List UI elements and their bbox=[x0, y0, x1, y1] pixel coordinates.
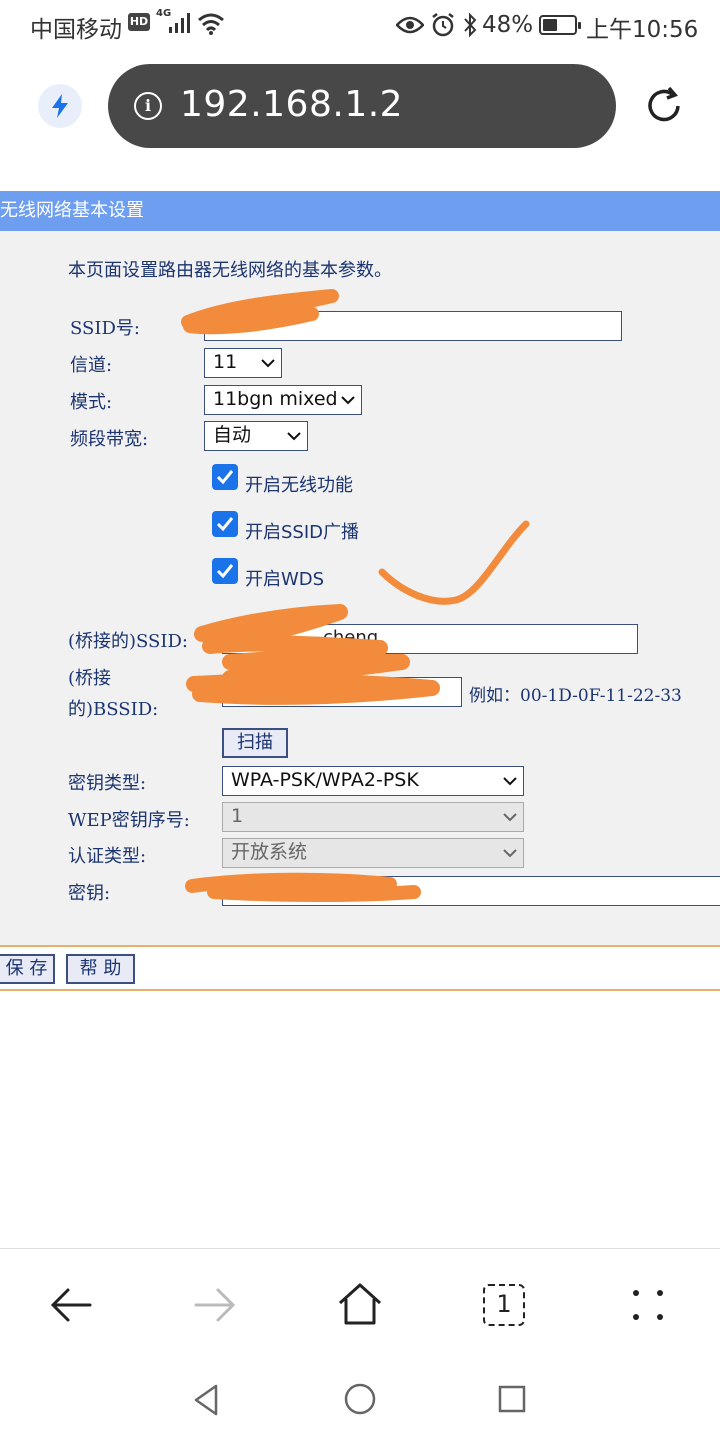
scan-button[interactable]: 扫描 bbox=[222, 728, 288, 758]
reload-icon[interactable] bbox=[642, 84, 686, 128]
key-label: 密钥: bbox=[68, 883, 111, 904]
chevron-down-icon bbox=[261, 359, 275, 368]
channel-value: 11 bbox=[213, 351, 238, 373]
key-type-label: 密钥类型: bbox=[68, 773, 147, 794]
key-type-select[interactable]: WPA-PSK/WPA2-PSK bbox=[222, 766, 524, 796]
home-icon[interactable] bbox=[336, 1281, 384, 1327]
channel-select[interactable]: 11 bbox=[204, 348, 282, 378]
bridge-ssid-input[interactable]: cheng bbox=[222, 624, 638, 654]
chevron-down-icon bbox=[341, 396, 355, 405]
recents-square-icon[interactable] bbox=[497, 1384, 527, 1414]
divider-bottom bbox=[0, 989, 720, 991]
auth-type-value: 开放系统 bbox=[231, 841, 308, 863]
lightning-icon bbox=[52, 94, 68, 118]
check-icon bbox=[216, 564, 234, 579]
check-icon bbox=[216, 470, 234, 485]
enable-wireless-label: 开启无线功能 bbox=[245, 475, 353, 496]
bridge-ssid-label: (桥接的)SSID: bbox=[68, 631, 188, 652]
battery-icon bbox=[539, 15, 582, 35]
mode-value: 11bgn mixed bbox=[213, 388, 338, 410]
carrier-name: 中国移动 bbox=[30, 17, 122, 43]
bandwidth-value: 自动 bbox=[213, 424, 252, 446]
back-triangle-icon[interactable] bbox=[190, 1382, 222, 1418]
enable-wds-label: 开启WDS bbox=[245, 569, 325, 590]
page-title-text: 无线网络基本设置 bbox=[0, 200, 144, 221]
wep-index-label: WEP密钥序号: bbox=[68, 810, 190, 831]
wep-index-select[interactable]: 1 bbox=[222, 802, 524, 832]
auth-type-select[interactable]: 开放系统 bbox=[222, 838, 524, 868]
ssid-label: SSID号: bbox=[70, 318, 140, 339]
bssid-example: 例如：00-1D-0F-11-22-33 bbox=[469, 686, 682, 706]
enable-wireless-checkbox[interactable] bbox=[212, 464, 238, 490]
bridge-bssid-label-line1: (桥接 bbox=[68, 668, 112, 689]
tab-count: 1 bbox=[496, 1290, 512, 1318]
enable-ssid-broadcast-checkbox[interactable] bbox=[212, 511, 238, 537]
wifi-icon bbox=[198, 13, 224, 35]
mode-label: 模式: bbox=[70, 392, 113, 413]
chevron-down-icon bbox=[503, 849, 517, 858]
eye-icon bbox=[396, 16, 424, 34]
key-type-value: WPA-PSK/WPA2-PSK bbox=[231, 769, 419, 791]
intro-text: 本页面设置路由器无线网络的基本参数。 bbox=[68, 260, 392, 281]
forward-arrow-icon[interactable] bbox=[192, 1285, 238, 1325]
chevron-down-icon bbox=[503, 777, 517, 786]
bluetooth-icon bbox=[464, 12, 477, 38]
alarm-icon bbox=[432, 13, 454, 37]
clock: 上午10:56 bbox=[586, 17, 699, 43]
system-navigation bbox=[0, 1358, 720, 1440]
bolt-button[interactable] bbox=[38, 84, 82, 128]
battery-percent: 48% bbox=[482, 12, 534, 38]
help-button[interactable]: 帮 助 bbox=[66, 954, 135, 984]
wep-index-value: 1 bbox=[231, 805, 244, 827]
ssid-input[interactable] bbox=[204, 311, 622, 341]
battery-fill bbox=[543, 19, 558, 31]
status-right-icons: 48% bbox=[396, 10, 582, 40]
bandwidth-label: 频段带宽: bbox=[70, 429, 149, 450]
check-icon bbox=[216, 517, 234, 532]
enable-wds-checkbox[interactable] bbox=[212, 558, 238, 584]
mode-select[interactable]: 11bgn mixed bbox=[204, 385, 362, 415]
info-icon[interactable]: i bbox=[134, 92, 162, 120]
bridge-bssid-label-line2: 的)BSSID: bbox=[68, 699, 159, 720]
bridge-bssid-input[interactable] bbox=[222, 677, 462, 707]
page-title: 无线网络基本设置 bbox=[0, 191, 720, 231]
key-input[interactable] bbox=[222, 876, 720, 906]
save-button[interactable]: 保 存 bbox=[0, 954, 55, 984]
status-bar: 中国移动 HD 4G 48% 上午10:56 bbox=[0, 0, 720, 50]
auth-type-label: 认证类型: bbox=[68, 846, 147, 867]
signal-bars-icon bbox=[169, 13, 190, 33]
chevron-down-icon bbox=[287, 432, 301, 441]
home-circle-icon[interactable] bbox=[343, 1382, 377, 1416]
channel-label: 信道: bbox=[70, 355, 113, 376]
chevron-down-icon bbox=[503, 813, 517, 822]
divider-top bbox=[0, 945, 720, 947]
back-arrow-icon[interactable] bbox=[48, 1285, 94, 1325]
hd-badge: HD bbox=[128, 13, 150, 31]
menu-dots-icon[interactable] bbox=[628, 1285, 668, 1325]
enable-ssid-broadcast-label: 开启SSID广播 bbox=[245, 522, 360, 543]
tabs-button[interactable]: 1 bbox=[483, 1284, 525, 1326]
bridge-ssid-value: cheng bbox=[323, 627, 379, 648]
browser-toolbar: 1 bbox=[0, 1248, 720, 1358]
bandwidth-select[interactable]: 自动 bbox=[204, 421, 308, 451]
url-text[interactable]: 192.168.1.2 bbox=[180, 84, 403, 125]
address-bar[interactable]: i 192.168.1.2 bbox=[108, 64, 616, 148]
